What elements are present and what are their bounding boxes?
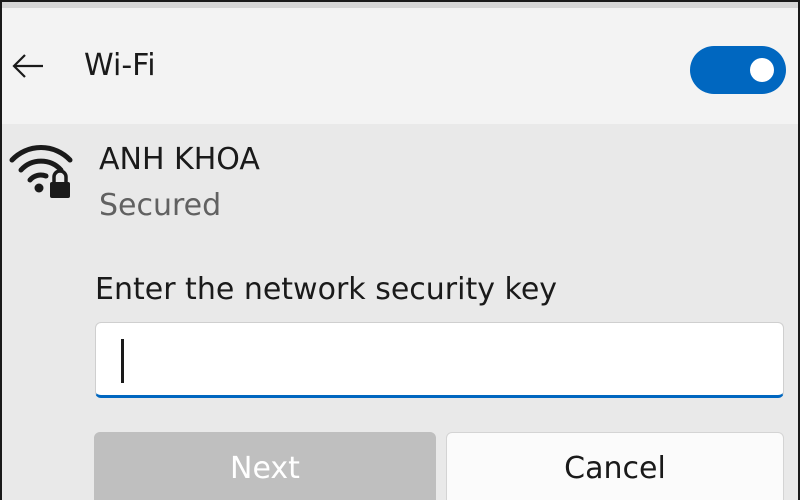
wifi-header: Wi-Fi — [2, 8, 798, 124]
toggle-knob — [750, 58, 774, 82]
arrow-left-icon — [12, 54, 43, 78]
security-key-input[interactable] — [95, 322, 784, 398]
wifi-secured-icon — [9, 145, 73, 198]
wifi-toggle[interactable] — [690, 46, 786, 94]
text-caret — [121, 339, 124, 383]
security-key-label: Enter the network security key — [95, 272, 558, 307]
network-status: Secured — [99, 188, 222, 223]
next-button[interactable]: Next — [94, 432, 436, 500]
network-name: ANH KHOA — [99, 142, 260, 177]
back-button[interactable] — [8, 48, 48, 84]
wifi-settings-window: Wi-Fi ANH KHOA Secured Enter the network… — [0, 0, 800, 500]
cancel-button[interactable]: Cancel — [446, 432, 784, 500]
page-title: Wi-Fi — [84, 48, 156, 83]
